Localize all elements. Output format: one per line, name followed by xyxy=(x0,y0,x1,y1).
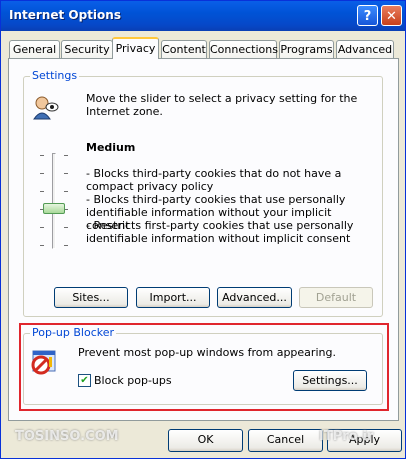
privacy-bullet-3: - Restricts first-party cookies that use… xyxy=(86,219,354,245)
privacy-level-title: Medium xyxy=(86,141,136,154)
slider-tick xyxy=(64,155,68,156)
advanced-button-label: Advanced... xyxy=(222,291,287,304)
cancel-button[interactable]: Cancel xyxy=(248,429,323,452)
import-button-label: Import... xyxy=(149,291,197,304)
slider-track xyxy=(52,153,56,249)
advanced-button[interactable]: Advanced... xyxy=(217,287,292,308)
slider-thumb[interactable] xyxy=(43,203,65,214)
privacy-person-icon xyxy=(32,93,60,121)
watermark-left: TOSINSO.COM xyxy=(15,429,119,444)
tab-security[interactable]: Security xyxy=(61,40,113,58)
cancel-button-label: Cancel xyxy=(266,433,305,446)
slider-tick xyxy=(64,245,68,246)
title-bar[interactable]: Internet Options ? ✕ xyxy=(1,1,405,31)
slider-tick xyxy=(40,155,44,156)
tab-privacy[interactable]: Privacy xyxy=(112,37,159,59)
tab-connections[interactable]: Connections xyxy=(209,40,278,58)
tab-programs[interactable]: Programs xyxy=(279,40,334,58)
sites-button-label: Sites... xyxy=(72,291,110,304)
slider-instruction-text: Move the slider to select a privacy sett… xyxy=(86,92,358,118)
sites-button[interactable]: Sites... xyxy=(54,287,128,308)
slider-tick xyxy=(64,227,68,228)
slider-tick xyxy=(40,191,44,192)
privacy-level-slider[interactable] xyxy=(34,147,74,257)
tab-advanced[interactable]: Advanced xyxy=(336,40,394,58)
watermark-right: ITPro.ir xyxy=(319,429,374,444)
import-button[interactable]: Import... xyxy=(136,287,210,308)
ok-button[interactable]: OK xyxy=(168,429,243,452)
ok-button-label: OK xyxy=(197,433,214,446)
close-button[interactable]: ✕ xyxy=(381,5,402,26)
slider-tick xyxy=(64,173,68,174)
slider-tick xyxy=(64,191,68,192)
tab-general[interactable]: General xyxy=(9,40,60,58)
slider-tick xyxy=(40,227,44,228)
settings-group: Settings Move the slider to select a pri… xyxy=(23,69,383,317)
slider-tick xyxy=(40,173,44,174)
privacy-bullet-1: - Blocks third-party cookies that do not… xyxy=(86,167,342,193)
tab-content[interactable]: Content xyxy=(161,40,207,58)
settings-group-label: Settings xyxy=(30,69,80,82)
help-button[interactable]: ? xyxy=(357,5,378,26)
default-button-label: Default xyxy=(315,291,357,304)
internet-options-window: Internet Options ? ✕ General Security Pr… xyxy=(0,0,406,459)
highlight-box xyxy=(19,323,389,411)
window-title: Internet Options xyxy=(9,8,121,22)
default-button: Default xyxy=(299,287,373,308)
slider-tick xyxy=(40,245,44,246)
